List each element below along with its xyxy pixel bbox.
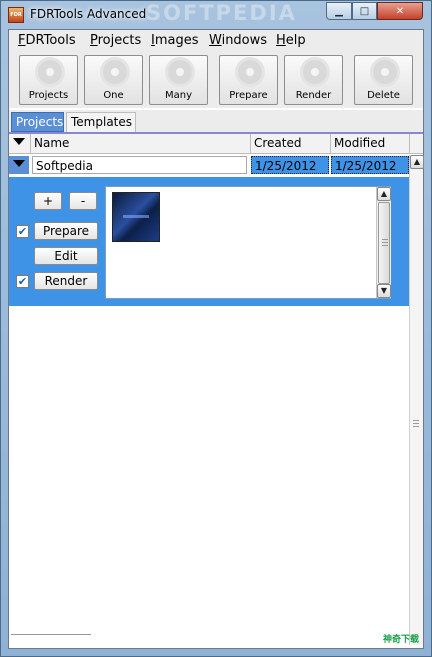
render-button-label: Render (295, 90, 332, 101)
grip-line (382, 239, 388, 240)
thumbnail-scrollbar[interactable]: ▲ ▼ (376, 187, 391, 298)
menu-bar: FDRTools Projects Images Windows Help (9, 30, 423, 52)
table-row[interactable]: Softpedia 1/25/2012 1/25/2012 (9, 155, 409, 175)
scroll-up-icon[interactable]: ▲ (377, 187, 391, 201)
toolbar: Projects One Many Prepare Render Delete (9, 52, 423, 108)
row-expand-toggle[interactable] (9, 156, 29, 174)
render-project-button[interactable]: Render (34, 272, 98, 290)
remove-image-button[interactable]: - (69, 192, 97, 210)
projects-button-label: Projects (28, 90, 69, 101)
projects-button[interactable]: Projects (19, 55, 78, 105)
main-scroll-up-icon[interactable]: ▲ (410, 155, 424, 169)
many-button[interactable]: Many (149, 55, 208, 105)
delete-icon (373, 60, 397, 84)
projects-icon (38, 60, 62, 84)
tab-projects[interactable]: Projects (11, 112, 64, 132)
render-icon (303, 60, 327, 84)
client-area: FDRTools Projects Images Windows Help Pr… (8, 29, 424, 649)
title-bar[interactable]: FDR FDRTools Advanced SOFTPEDIA ▁ □ ✕ (1, 1, 431, 29)
one-button-label: One (103, 90, 124, 101)
watermark: SOFTPEDIA (146, 1, 297, 25)
expand-all-toggle[interactable] (9, 134, 31, 153)
tab-templates[interactable]: Templates (66, 112, 136, 132)
prepare-icon (238, 60, 262, 84)
created-cell: 1/25/2012 (251, 156, 329, 174)
brand-watermark: 神奇下载 (382, 635, 419, 645)
minimize-icon: ▁ (335, 5, 343, 17)
menu-windows[interactable]: Windows (209, 33, 267, 48)
column-header-created[interactable]: Created (251, 134, 331, 153)
column-header-name[interactable]: Name (31, 134, 251, 153)
menu-projects[interactable]: Projects (90, 33, 141, 48)
grip-line (382, 242, 388, 243)
render-button[interactable]: Render (284, 55, 343, 105)
scroll-down-icon[interactable]: ▼ (377, 284, 391, 298)
add-image-button[interactable]: + (34, 192, 62, 210)
prepare-project-button[interactable]: Prepare (34, 222, 98, 240)
menu-help[interactable]: Help (276, 33, 306, 48)
delete-button[interactable]: Delete (354, 55, 413, 105)
app-window: FDR FDRTools Advanced SOFTPEDIA ▁ □ ✕ FD… (0, 0, 432, 657)
column-header-modified[interactable]: Modified (331, 134, 410, 153)
project-name-field[interactable]: Softpedia (32, 156, 247, 174)
maximize-button[interactable]: □ (352, 2, 377, 20)
gears-icon (168, 60, 192, 84)
close-icon: ✕ (395, 5, 405, 17)
window-title: FDRTools Advanced (30, 7, 147, 21)
minimize-button[interactable]: ▁ (326, 2, 352, 20)
modified-cell: 1/25/2012 (331, 156, 409, 174)
horizontal-scroll-track[interactable] (11, 634, 91, 635)
main-scrollbar[interactable]: ▲ (409, 155, 424, 645)
app-icon[interactable]: FDR (8, 7, 24, 23)
close-button[interactable]: ✕ (377, 2, 423, 20)
one-button[interactable]: One (84, 55, 143, 105)
prepare-checkbox[interactable]: ✔ (16, 225, 29, 238)
grip-line (382, 245, 388, 246)
prepare-button-label: Prepare (229, 90, 268, 101)
edit-button[interactable]: Edit (34, 247, 98, 265)
project-detail-panel: + - ✔ Prepare Edit ✔ Render ▲ ▼ (9, 177, 409, 306)
grip-line (413, 426, 419, 427)
gear-icon (103, 60, 127, 84)
menu-images[interactable]: Images (151, 33, 199, 48)
delete-button-label: Delete (367, 90, 400, 101)
grip-line (413, 423, 419, 424)
menu-fdrtools[interactable]: FDRTools (18, 33, 76, 48)
maximize-icon: □ (359, 5, 370, 17)
chevron-down-icon (13, 160, 25, 167)
window-controls: ▁ □ ✕ (326, 2, 423, 20)
table-header: Name Created Modified (9, 134, 423, 154)
chevron-down-icon (13, 138, 25, 145)
tab-bar: Projects Templates (9, 110, 423, 134)
image-thumbnail-panel: ▲ ▼ (105, 186, 391, 299)
prepare-button[interactable]: Prepare (219, 55, 278, 105)
grip-line (413, 420, 419, 421)
render-checkbox[interactable]: ✔ (16, 275, 29, 288)
many-button-label: Many (164, 90, 192, 101)
scrollbar-thumb[interactable] (378, 202, 390, 284)
project-thumbnail[interactable] (112, 192, 160, 242)
